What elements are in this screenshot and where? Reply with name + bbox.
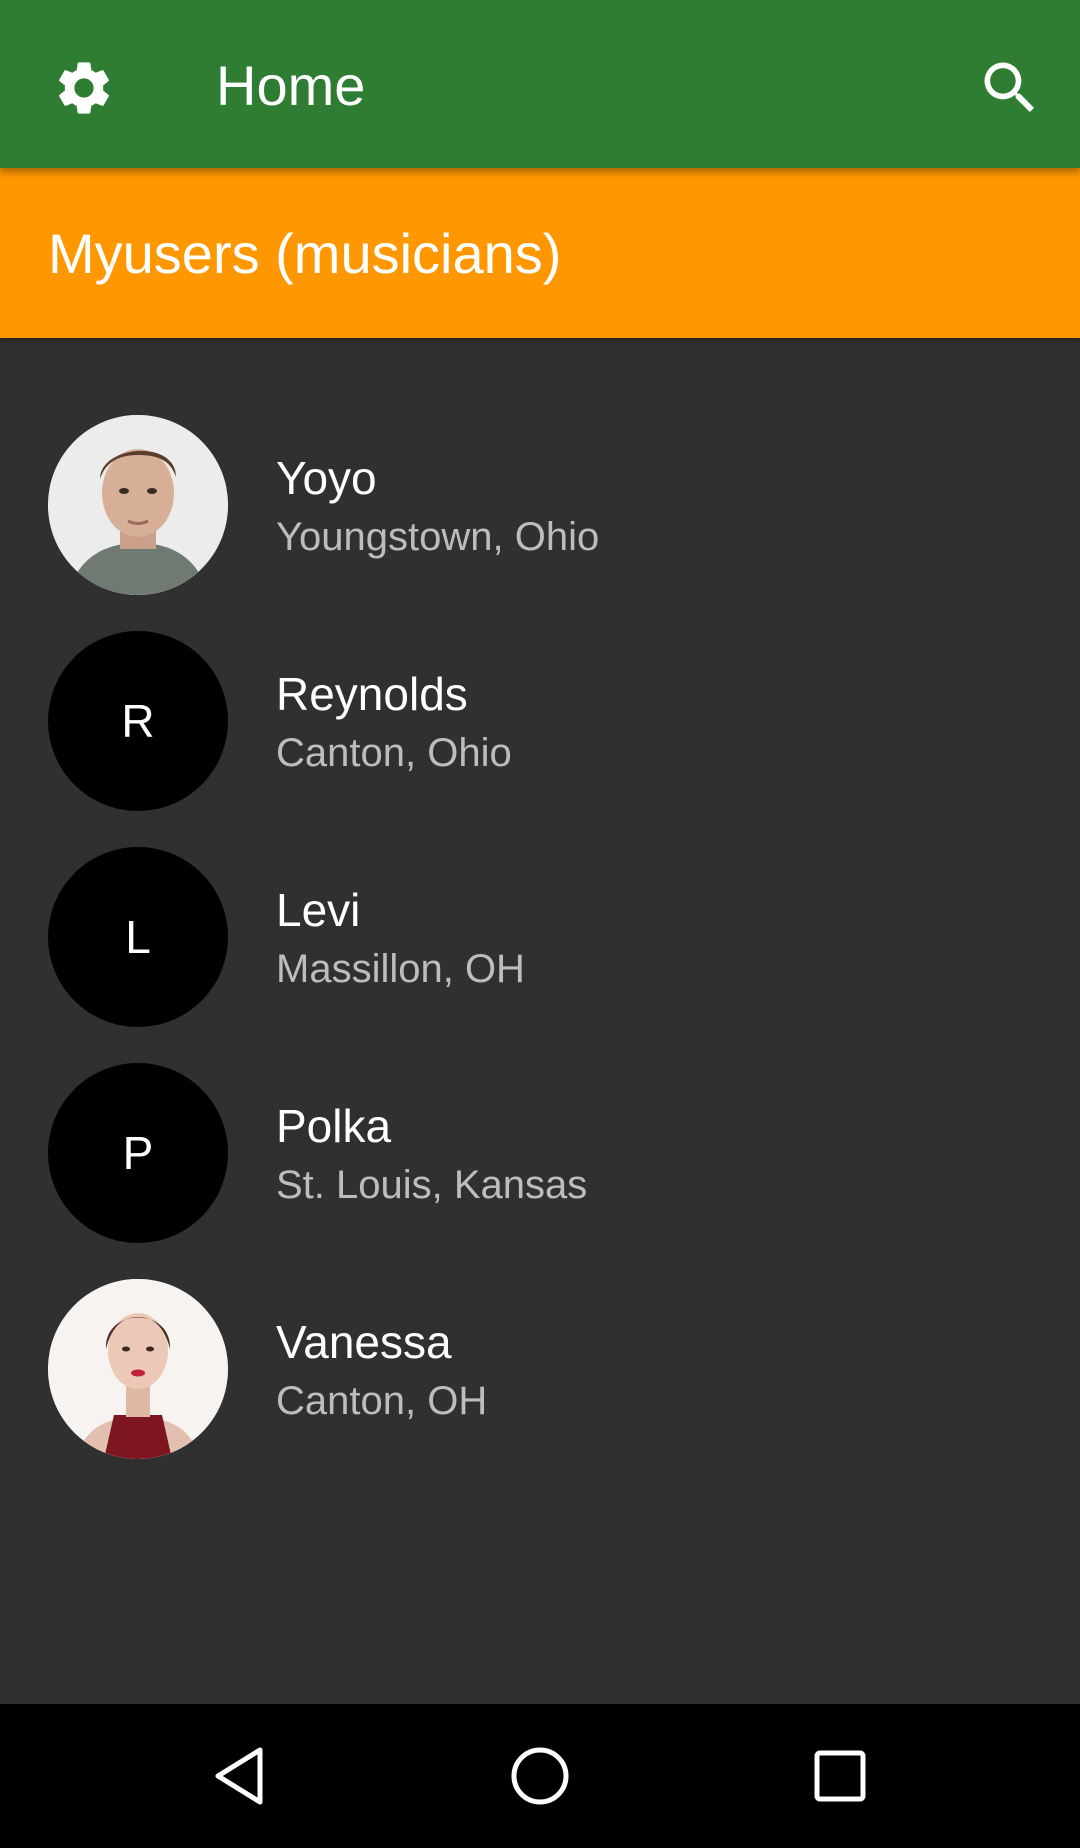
- avatar-initial: L: [125, 911, 151, 963]
- user-location: Youngstown, Ohio: [276, 515, 600, 559]
- user-location: Canton, Ohio: [276, 731, 512, 775]
- man-photo-icon: [48, 415, 228, 595]
- list-item[interactable]: R Reynolds Canton, Ohio: [0, 608, 1080, 824]
- recents-button[interactable]: [800, 1736, 880, 1816]
- list-title: Myusers (musicians): [48, 222, 562, 285]
- avatar: [48, 1279, 228, 1459]
- settings-button[interactable]: [44, 48, 124, 128]
- woman-photo-icon: [48, 1279, 228, 1459]
- page-title: Home: [216, 54, 366, 117]
- search-button[interactable]: [966, 44, 1054, 132]
- back-button[interactable]: [200, 1736, 280, 1816]
- user-location: St. Louis, Kansas: [276, 1163, 588, 1207]
- avatar-initial: R: [121, 695, 155, 747]
- user-name: Reynolds: [276, 668, 468, 720]
- home-circle-icon: [511, 1747, 569, 1805]
- home-button[interactable]: [500, 1736, 580, 1816]
- list-item[interactable]: P Polka St. Louis, Kansas: [0, 1040, 1080, 1256]
- recents-square-icon: [814, 1750, 866, 1802]
- list-item[interactable]: Vanessa Canton, OH: [0, 1256, 1080, 1472]
- avatar-initial: P: [122, 1127, 154, 1179]
- search-icon: [984, 62, 1035, 113]
- avatar: [48, 415, 228, 595]
- gear-icon: [59, 62, 109, 114]
- system-nav-bar: [0, 1704, 1080, 1848]
- user-list: Yoyo Youngstown, Ohio R Reynolds Canton,…: [0, 392, 1080, 1472]
- user-location: Massillon, OH: [276, 947, 525, 991]
- user-name: Polka: [276, 1100, 392, 1152]
- list-item[interactable]: L Levi Massillon, OH: [0, 824, 1080, 1040]
- avatar: P: [48, 1063, 228, 1243]
- user-name: Levi: [276, 884, 361, 936]
- screen: Home Myusers (musicians) Yoyo Youngstown…: [0, 0, 1080, 1848]
- user-name: Vanessa: [276, 1316, 452, 1368]
- list-item[interactable]: Yoyo Youngstown, Ohio: [0, 392, 1080, 608]
- avatar: L: [48, 847, 228, 1027]
- list-header: Myusers (musicians): [0, 168, 1080, 338]
- user-location: Canton, OH: [276, 1379, 488, 1423]
- back-triangle-icon: [215, 1747, 263, 1805]
- app-bar: Home: [0, 0, 1080, 168]
- user-name: Yoyo: [276, 452, 377, 504]
- avatar: R: [48, 631, 228, 811]
